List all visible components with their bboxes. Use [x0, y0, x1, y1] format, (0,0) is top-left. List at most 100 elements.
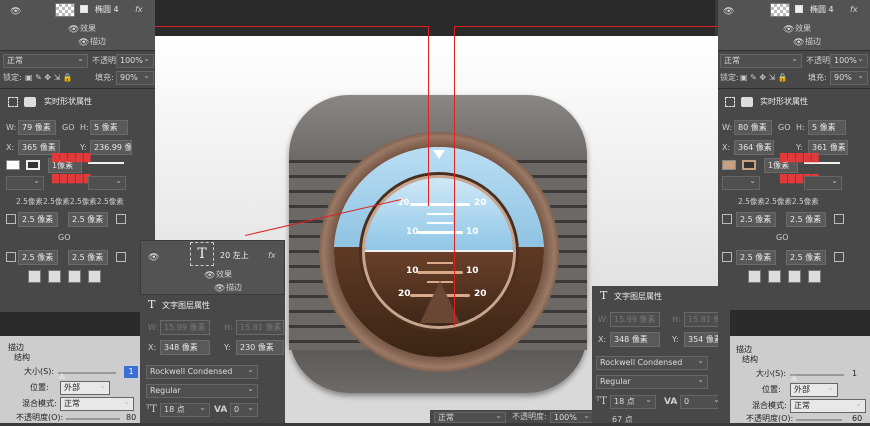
- eye-icon[interactable]: 👁: [783, 26, 794, 35]
- blend-mode-select[interactable]: 正常: [720, 54, 802, 68]
- caps-select[interactable]: [804, 176, 842, 190]
- corner-tl-input[interactable]: 2.5 像素: [736, 212, 776, 227]
- corner-tr-input[interactable]: 2.5 像素: [68, 212, 108, 227]
- path-op-combine-icon[interactable]: [28, 270, 41, 283]
- size-slider[interactable]: [790, 374, 844, 376]
- eye-icon[interactable]: 👁: [204, 272, 215, 281]
- size-label: 大小(S):: [756, 369, 787, 378]
- lock-icons[interactable]: ▣ ✎ ✥ ⇲ 🔒: [25, 72, 73, 84]
- corner-bl-input[interactable]: 2.5 像素: [18, 250, 58, 265]
- eye-icon[interactable]: 👁: [723, 8, 734, 17]
- path-op-combine-icon[interactable]: [748, 270, 761, 283]
- fill-swatch[interactable]: [6, 160, 20, 170]
- opacity-slider[interactable]: [796, 419, 842, 421]
- caps-select[interactable]: [88, 176, 126, 190]
- guide-line: [428, 26, 429, 206]
- stroke-swatch[interactable]: [26, 160, 40, 170]
- eye-icon[interactable]: 👁: [10, 8, 21, 17]
- layer-thumbnail: [770, 3, 790, 17]
- text-x-input[interactable]: 348 像素: [160, 340, 210, 355]
- width-input[interactable]: 80 像素: [734, 120, 772, 135]
- size-input[interactable]: 1: [124, 366, 138, 378]
- link-corners-icon[interactable]: GO: [776, 232, 789, 244]
- fx-icon[interactable]: fx: [268, 250, 276, 262]
- font-family-select[interactable]: Rockwell Condensed: [146, 365, 258, 379]
- text-layer-thumbnail: T: [190, 242, 214, 266]
- corner-bl-input[interactable]: 2.5 像素: [736, 250, 776, 265]
- font-size-select[interactable]: 18 点: [610, 395, 656, 409]
- size-input[interactable]: 1: [852, 368, 857, 380]
- stroke-opacity-value[interactable]: 60: [852, 413, 862, 425]
- fill-input[interactable]: 90%: [830, 71, 868, 85]
- font-family-select[interactable]: Rockwell Condensed: [596, 356, 708, 370]
- fx-icon[interactable]: fx: [850, 4, 858, 16]
- corner-br-icon: [834, 252, 844, 262]
- opacity-slider[interactable]: [66, 418, 120, 420]
- stroke-opacity-value[interactable]: 80: [126, 412, 136, 424]
- eye-icon[interactable]: 👁: [148, 254, 159, 263]
- text-y-input[interactable]: 230 像素: [236, 340, 284, 355]
- stroke-style[interactable]: [88, 162, 124, 164]
- align-select[interactable]: [722, 176, 760, 190]
- eye-icon[interactable]: 👁: [78, 39, 89, 48]
- layer-stroke-effect[interactable]: 描边: [805, 36, 821, 48]
- eye-icon[interactable]: 👁: [68, 26, 79, 35]
- width-input[interactable]: 79 像素: [18, 120, 56, 135]
- path-op-exclude-icon[interactable]: [88, 270, 101, 283]
- blend-select[interactable]: 正常: [790, 399, 866, 413]
- size-slider-knob[interactable]: [58, 373, 66, 379]
- tracking-select[interactable]: 0: [230, 403, 258, 417]
- position-select[interactable]: 外部: [60, 381, 110, 395]
- pitch-line-10-down: [417, 271, 463, 274]
- layer-name[interactable]: 椭圆 4: [95, 4, 119, 16]
- radius-row[interactable]: 2.5像素2.5像素2.5像素: [738, 196, 819, 208]
- guide-line: [155, 26, 428, 27]
- corner-br-input[interactable]: 2.5 像素: [786, 250, 826, 265]
- layer-stroke-effect[interactable]: 描边: [226, 282, 242, 294]
- link-corners-icon[interactable]: GO: [58, 232, 71, 244]
- font-size-select[interactable]: 18 点: [160, 403, 210, 417]
- corner-tl-input[interactable]: 2.5 像素: [18, 212, 58, 227]
- x-input[interactable]: 364 像素: [734, 140, 774, 155]
- layer-stroke-effect[interactable]: 描边: [90, 36, 106, 48]
- path-op-intersect-icon[interactable]: [68, 270, 81, 283]
- corner-tr-input[interactable]: 2.5 像素: [786, 212, 826, 227]
- path-op-intersect-icon[interactable]: [788, 270, 801, 283]
- path-op-subtract-icon[interactable]: [768, 270, 781, 283]
- bottom-opacity-input[interactable]: 100%: [550, 412, 594, 423]
- blend-select[interactable]: 正常: [60, 397, 134, 411]
- stroke-opacity-label: 不透明度(O):: [746, 414, 794, 423]
- lock-icons[interactable]: ▣ ✎ ✥ ⇲ 🔒: [740, 72, 788, 84]
- path-op-exclude-icon[interactable]: [808, 270, 821, 283]
- size-slider[interactable]: [58, 372, 116, 374]
- fill-input[interactable]: 90%: [116, 71, 154, 85]
- w-label: W:: [148, 323, 159, 332]
- fill-swatch[interactable]: [722, 160, 736, 170]
- link-icon[interactable]: GO: [778, 122, 791, 134]
- y-input[interactable]: 236.99 像: [90, 140, 132, 155]
- path-op-subtract-icon[interactable]: [48, 270, 61, 283]
- eye-icon[interactable]: 👁: [214, 285, 225, 294]
- align-select[interactable]: [6, 176, 44, 190]
- tracking-icon: VA: [214, 405, 228, 415]
- height-input[interactable]: 5 像素: [90, 120, 128, 135]
- font-style-select[interactable]: Regular: [596, 375, 708, 389]
- corner-br-input[interactable]: 2.5 像素: [68, 250, 108, 265]
- stroke-swatch[interactable]: [742, 160, 756, 170]
- size-slider-knob[interactable]: [790, 375, 798, 381]
- font-style-select[interactable]: Regular: [146, 384, 258, 398]
- text-x-input[interactable]: 348 像素: [610, 332, 660, 347]
- height-input[interactable]: 5 像素: [808, 120, 846, 135]
- blend-mode-select[interactable]: 正常: [3, 54, 88, 68]
- opacity-input[interactable]: 100%: [830, 54, 868, 68]
- position-select[interactable]: 外部: [790, 383, 838, 397]
- link-icon[interactable]: GO: [62, 122, 75, 134]
- fx-icon[interactable]: fx: [135, 4, 143, 16]
- layer-name[interactable]: 椭圆 4: [810, 4, 834, 16]
- bottom-blend-select[interactable]: 正常: [434, 412, 506, 423]
- x-label: X:: [722, 143, 731, 152]
- eye-icon[interactable]: 👁: [793, 39, 804, 48]
- opacity-input[interactable]: 100%: [116, 54, 154, 68]
- text-layer-name[interactable]: 20 左上: [220, 250, 249, 262]
- radius-row[interactable]: 2.5像素2.5像素2.5像素2.5像素: [16, 196, 124, 208]
